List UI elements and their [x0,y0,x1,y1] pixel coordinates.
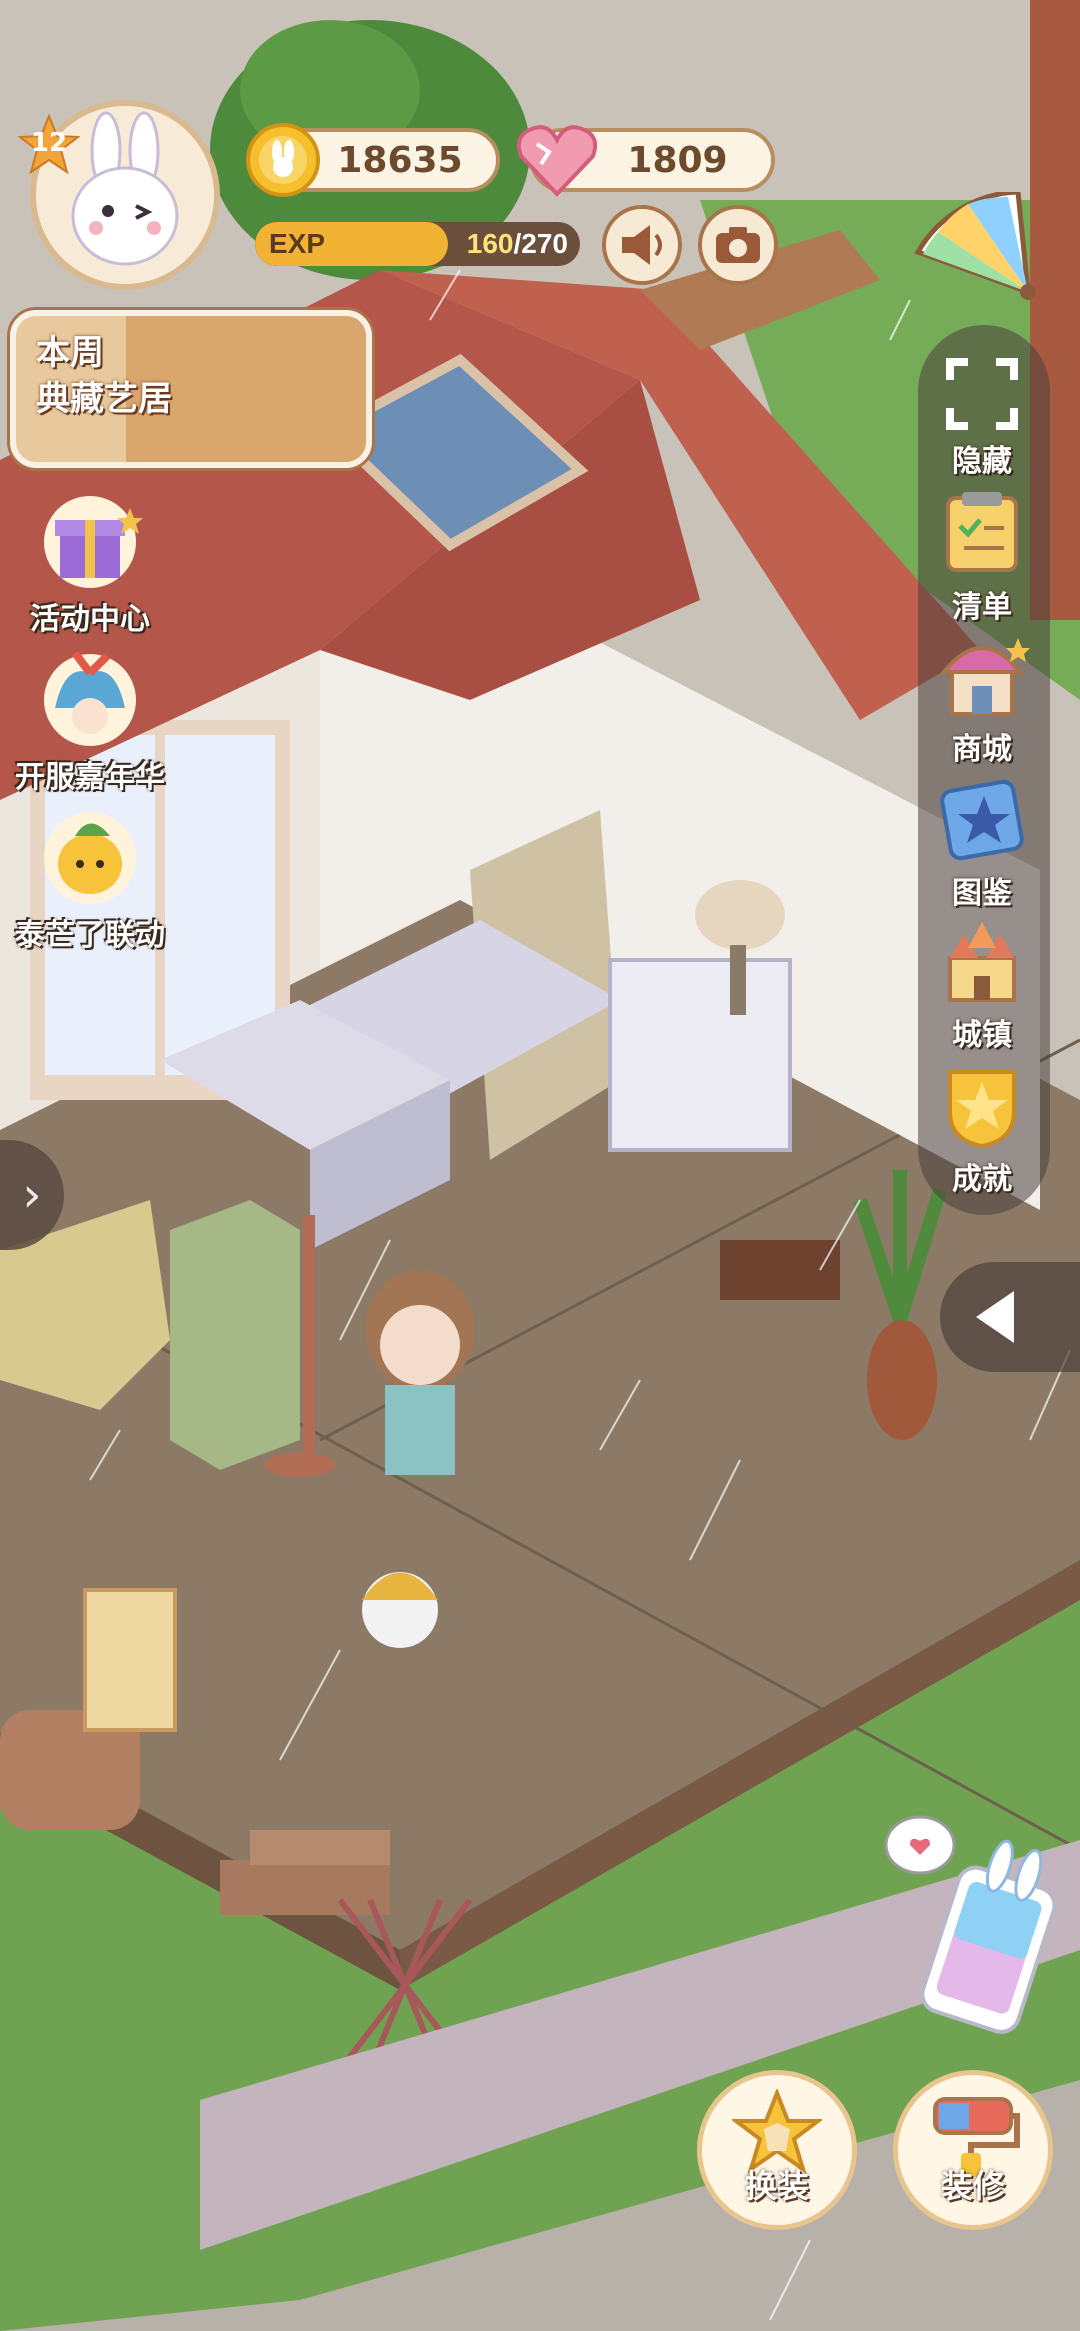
town-button[interactable]: 城镇 [922,918,1042,1054]
chevron-right-icon: › [22,1167,42,1223]
collab-event-label: 泰芒了联动 [15,918,165,953]
phone-icon [884,1815,1057,2034]
town-label: 城镇 [952,1018,1012,1053]
exp-current: 160 [466,228,514,259]
phone-button[interactable] [880,1805,1060,2035]
dress-up-button[interactable]: 换装 [697,2070,857,2230]
announcement-button[interactable] [602,205,682,285]
exp-bar: EXP 160/270 [255,222,580,266]
launch-carnival-button[interactable]: 开服嘉年华 [0,648,180,796]
achievement-label: 成就 [952,1162,1012,1197]
heart-gem-icon [515,122,599,198]
exp-total: /270 [513,228,569,259]
speaker-icon [622,225,662,265]
collapse-right-button[interactable] [940,1262,1080,1372]
collab-event-button[interactable]: 泰芒了联动 [0,806,180,954]
decorate-button[interactable]: 装修 [893,2070,1053,2230]
camera-button[interactable] [698,205,778,285]
hide-ui-button[interactable]: 隐藏 [922,358,1042,480]
decorate-label: 装修 [940,2167,1005,2205]
gift-box-icon [44,496,143,588]
exp-readout: 160/270 [467,228,568,260]
heart-value: 1809 [627,139,728,181]
collection-book-button[interactable]: 图鉴 [922,776,1042,912]
shop-button[interactable]: 商城 [922,632,1042,768]
achievement-star-icon [948,1070,1016,1149]
checklist-icon [946,492,1018,572]
chevron-left-icon [976,1291,1014,1343]
mango-mascot-icon [44,812,136,904]
banner-line1: 本周 [36,333,104,373]
camera-icon [716,227,760,263]
palette-fan-icon [914,189,1036,300]
banner-line2: 典藏艺居 [36,379,172,419]
jester-icon [44,650,136,746]
event-center-button[interactable]: 活动中心 [10,490,170,638]
event-center-label: 活动中心 [30,602,150,637]
hide-ui-label: 隐藏 [952,444,1012,479]
catalog-book-icon [940,779,1024,861]
achievement-button[interactable]: 成就 [922,1062,1042,1198]
exp-label: EXP [269,228,326,259]
weekly-collection-banner[interactable]: 本周 典藏艺居 [10,310,372,468]
coin-icon [245,122,321,198]
level-badge: 12 [18,114,80,176]
shop-label: 商城 [952,732,1012,767]
launch-carnival-label: 开服嘉年华 [15,760,165,795]
expand-frame-icon [946,358,1018,430]
level-value: 12 [30,128,68,158]
palette-fan-button[interactable] [908,189,1068,302]
checklist-button[interactable]: 清单 [922,490,1042,626]
checklist-label: 清单 [952,590,1012,625]
collection-book-label: 图鉴 [952,876,1012,911]
coin-value: 18635 [337,139,463,181]
dress-up-label: 换装 [744,2167,809,2205]
shop-icon [939,638,1030,716]
castle-icon [948,922,1016,1002]
